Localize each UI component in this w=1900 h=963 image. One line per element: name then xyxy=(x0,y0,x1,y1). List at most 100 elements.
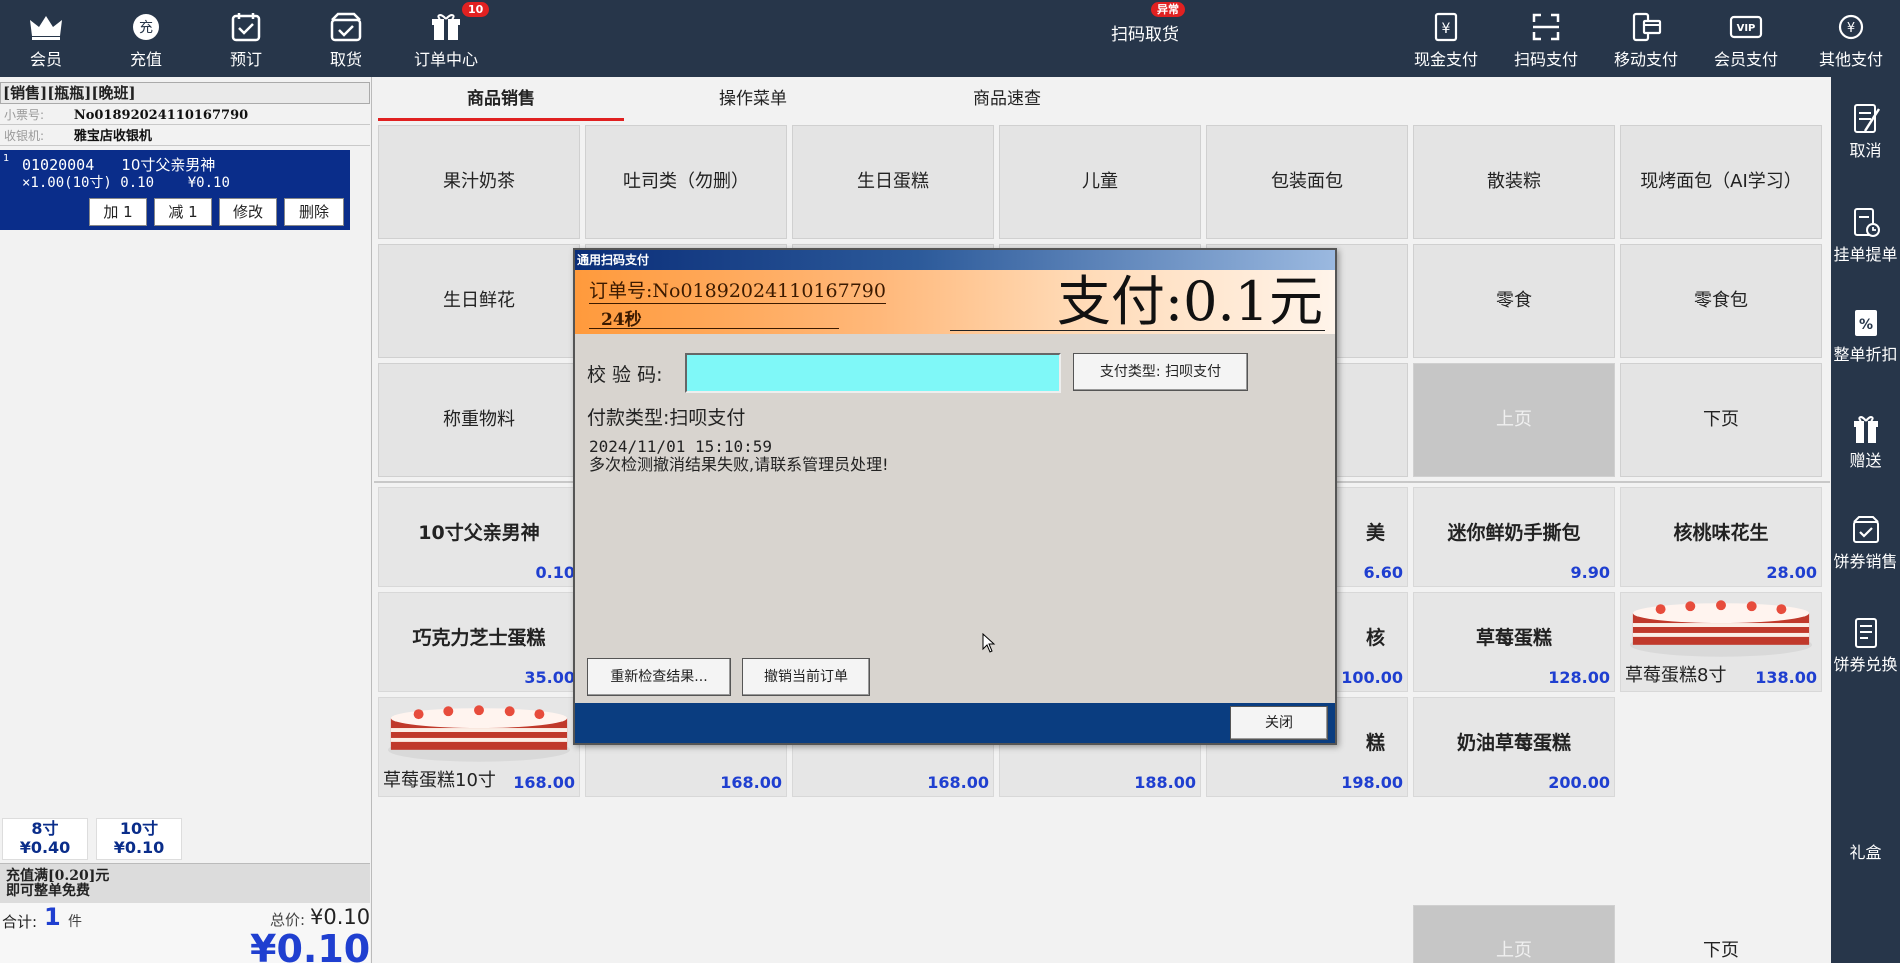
sidebar-item-gift[interactable]: 赠送 xyxy=(1831,413,1900,483)
delete-button[interactable]: 删除 xyxy=(284,198,344,226)
category-tile[interactable]: 吐司类（勿删） xyxy=(585,125,787,239)
product-price: 138.00 xyxy=(1755,668,1817,687)
receipt-number: No01892024110167790 xyxy=(73,108,249,123)
message-time: 2024/11/01 15:10:59 xyxy=(589,437,773,456)
recharge-glyph: 充 xyxy=(139,20,153,36)
sidebar-label: 饼券销售 xyxy=(1833,552,1898,571)
recharge-label: 充值 xyxy=(129,50,162,69)
verify-code-label: 校 验 码: xyxy=(587,364,663,386)
size-chip-price: ¥0.40 xyxy=(19,838,71,857)
order-panel: [销售][瓶瓶][晚班] 小票号: No01892024110167790 收银… xyxy=(0,77,372,963)
dialog-pay-rule xyxy=(950,330,1325,331)
product-tile[interactable]: 草莓蛋糕 128.00 xyxy=(1413,592,1615,692)
mobile-pay-button[interactable]: 移动支付 xyxy=(1606,8,1686,72)
promo-line-2: 即可整单免费 xyxy=(6,883,90,899)
minus-one-button[interactable]: 减 1 xyxy=(154,198,212,226)
scan-pickup-button[interactable]: 异常 扫码取货 xyxy=(1095,2,1195,45)
cashier-row: 收银机: 雅宝店收银机 xyxy=(0,126,370,146)
product-tile[interactable]: 奶油草莓蛋糕 200.00 xyxy=(1413,697,1615,797)
order-line-item[interactable]: 1 01020004 10寸父亲男神 ×1.00(10寸) 0.10 ¥0.10… xyxy=(0,150,350,230)
sidebar-label: 挂单提单 xyxy=(1833,245,1898,264)
product-tile[interactable]: 草莓蛋糕8寸 138.00 xyxy=(1620,592,1822,692)
total-count-unit: 件 xyxy=(68,914,82,930)
member-label: 会员 xyxy=(29,50,62,69)
line-amount: ¥0.10 xyxy=(187,175,230,191)
category-tile[interactable]: 零食 xyxy=(1413,244,1615,358)
sidebar-label: 整单折扣 xyxy=(1833,345,1898,364)
hold-order-icon xyxy=(1853,208,1880,237)
product-tile[interactable]: 迷你鲜奶手撕包 9.90 xyxy=(1413,487,1615,587)
product-name: 迷你鲜奶手撕包 xyxy=(1447,522,1581,544)
discount-icon: % xyxy=(1854,310,1877,336)
category-tile[interactable]: 包装面包 xyxy=(1206,125,1408,239)
product-tile[interactable]: 10寸父亲男神 0.10 xyxy=(378,487,580,587)
category-tile[interactable]: 现烤面包（AI学习） xyxy=(1620,125,1822,239)
pickup-button[interactable]: 取货 xyxy=(306,8,386,72)
size-chip-8[interactable]: 8寸 ¥0.40 xyxy=(2,818,88,860)
category-tile[interactable]: 散装粽 xyxy=(1413,125,1615,239)
product-tile[interactable]: 巧克力芝士蛋糕 35.00 xyxy=(378,592,580,692)
dialog-header: 订单号:No01892024110167790 24秒 支付:0.1元 xyxy=(575,270,1335,334)
tab-product-lookup[interactable]: 商品速查 xyxy=(884,77,1130,121)
category-tile[interactable]: 生日鲜花 xyxy=(378,244,580,358)
modify-button[interactable]: 修改 xyxy=(219,198,277,226)
total-price: ¥0.10 xyxy=(310,905,371,929)
recharge-button[interactable]: 充 充值 xyxy=(106,8,186,72)
sidebar-item-coupon-sale[interactable]: 饼券销售 xyxy=(1831,514,1900,584)
promo-banner: 充值满[0.20]元 即可整单免费 xyxy=(0,863,370,903)
product-next-page-button[interactable]: 下页 xyxy=(1620,905,1822,963)
strawberry-cake-image xyxy=(1629,600,1813,657)
category-tile[interactable]: 称重物料 xyxy=(378,363,580,477)
cash-pay-button[interactable]: ¥ 现金支付 xyxy=(1406,8,1486,72)
category-tile[interactable]: 零食包 xyxy=(1620,244,1822,358)
member-pay-label: 会员支付 xyxy=(1713,50,1778,69)
product-name: 草莓蛋糕10寸 xyxy=(383,770,496,791)
pay-type-button[interactable]: 支付类型: 扫呗支付 xyxy=(1073,353,1248,391)
category-prev-page-button[interactable]: 上页 xyxy=(1413,363,1615,477)
product-price: 128.00 xyxy=(1548,668,1610,687)
order-center-label: 订单中心 xyxy=(413,50,478,69)
sidebar-label: 礼盒 xyxy=(1849,843,1882,862)
sidebar-item-cancel[interactable]: 取消 xyxy=(1831,103,1900,173)
size-chip-size: 8寸 xyxy=(31,819,59,838)
close-button[interactable]: 关闭 xyxy=(1230,706,1328,740)
product-tile[interactable]: 草莓蛋糕10寸 168.00 xyxy=(378,697,580,797)
other-pay-icon: ¥ xyxy=(1838,14,1864,40)
tab-operation-menu[interactable]: 操作菜单 xyxy=(630,77,876,121)
member-pay-button[interactable]: VIP 会员支付 xyxy=(1706,8,1786,72)
size-chip-price: ¥0.10 xyxy=(113,838,165,857)
cashier-label: 收银机: xyxy=(4,129,45,143)
dialog-header-rule xyxy=(589,328,839,329)
other-pay-glyph: ¥ xyxy=(1847,21,1855,36)
cashier-name: 雅宝店收银机 xyxy=(73,129,152,144)
verify-code-input[interactable] xyxy=(685,353,1061,393)
category-tile[interactable]: 生日蛋糕 xyxy=(792,125,994,239)
cash-icon: ¥ xyxy=(1434,12,1458,42)
scan-pay-button[interactable]: 扫码支付 xyxy=(1506,8,1586,72)
line-detail: ×1.00(10寸) 0.10 ¥0.10 xyxy=(22,172,230,192)
member-button[interactable]: 会员 xyxy=(6,8,86,72)
sidebar-item-gift-box[interactable]: 礼盒 xyxy=(1831,837,1900,867)
sidebar-item-discount[interactable]: % 整单折扣 xyxy=(1831,307,1900,377)
product-name: 奶油草莓蛋糕 xyxy=(1456,732,1571,754)
order-center-button[interactable]: 10 订单中心 xyxy=(406,2,490,72)
category-tile[interactable]: 儿童 xyxy=(999,125,1201,239)
cancel-order-button[interactable]: 撤销当前订单 xyxy=(742,658,870,696)
other-pay-button[interactable]: ¥ 其他支付 xyxy=(1811,8,1891,72)
category-tile[interactable]: 果汁奶茶 xyxy=(378,125,580,239)
sidebar-item-hold-order[interactable]: 挂单提单 xyxy=(1831,207,1900,277)
recheck-result-button[interactable]: 重新检查结果... xyxy=(587,658,731,696)
shift-tabs: [销售][瓶瓶][晚班] xyxy=(0,82,370,104)
reserve-button[interactable]: 预订 xyxy=(206,8,286,72)
size-chip-10[interactable]: 10寸 ¥0.10 xyxy=(96,818,182,860)
product-prev-page-button[interactable]: 上页 xyxy=(1413,905,1615,963)
scan-pickup-badge: 异常 xyxy=(1151,2,1185,17)
scan-icon xyxy=(1532,13,1560,41)
product-price: 168.00 xyxy=(720,773,782,792)
product-tile[interactable]: 核桃味花生 28.00 xyxy=(1620,487,1822,587)
product-price: 188.00 xyxy=(1134,773,1196,792)
tab-product-sales[interactable]: 商品销售 xyxy=(378,77,624,121)
sidebar-item-coupon-redeem[interactable]: 饼券兑换 xyxy=(1831,617,1900,687)
add-one-button[interactable]: 加 1 xyxy=(89,198,147,226)
category-next-page-button[interactable]: 下页 xyxy=(1620,363,1822,477)
